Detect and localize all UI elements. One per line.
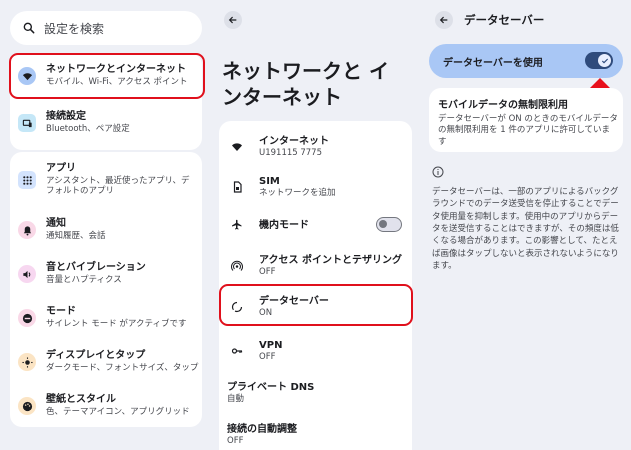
sidebar-item-label: アプリ xyxy=(46,163,76,175)
brightness-icon xyxy=(18,353,36,371)
volume-icon xyxy=(18,265,36,283)
item-subtitle: ネットワークを追加 xyxy=(259,187,336,198)
airplane-icon xyxy=(229,217,245,233)
vpn-key-icon xyxy=(229,343,245,359)
sidebar-item-sublabel: 色、テーマアイコン、アプリグリッド xyxy=(46,406,190,417)
unrestricted-data-title: モバイルデータの無制限利用 xyxy=(438,100,568,111)
page-title: データセーバー xyxy=(464,13,545,27)
sidebar-item-label: 壁紙とスタイル xyxy=(46,394,116,406)
sidebar-item-sublabel: ダークモード、フォントサイズ、タップ xyxy=(46,362,199,373)
hotspot-icon xyxy=(229,258,245,274)
sidebar-item-sound[interactable]: 音とバイブレーション 音量とハプティクス xyxy=(10,252,202,296)
search-placeholder: 設定を検索 xyxy=(44,21,105,36)
sidebar-item-label: 音とバイブレーション xyxy=(46,262,146,274)
bell-icon xyxy=(18,221,36,239)
item-title: プライベート DNS xyxy=(227,381,315,393)
use-data-saver-label: データセーバーを使用 xyxy=(443,57,543,69)
sidebar-item-display[interactable]: ディスプレイとタップ ダークモード、フォントサイズ、タップ xyxy=(10,340,202,384)
item-title: アクセス ポイントとテザリング xyxy=(259,254,402,266)
sidebar-item-label: モード xyxy=(46,306,76,318)
sidebar-item-sublabel: Bluetooth、ペア設定 xyxy=(46,123,130,134)
sidebar-item-sublabel: サイレント モード がアクティブです xyxy=(46,318,187,329)
item-subtitle: OFF xyxy=(227,435,244,446)
toggle-knob xyxy=(598,54,611,67)
back-button[interactable] xyxy=(224,11,242,29)
arrow-left-icon xyxy=(228,16,237,24)
sidebar-item-sublabel: 通知履歴、会話 xyxy=(46,230,106,241)
list-item-airplane-mode[interactable]: 機内モード xyxy=(219,207,412,243)
selection-highlight xyxy=(219,284,413,326)
toggle-knob xyxy=(379,220,387,228)
sim-icon xyxy=(229,179,245,195)
sidebar-item-connected-devices[interactable]: 接続設定 Bluetooth、ペア設定 xyxy=(10,99,202,147)
sidebar-item-label: ディスプレイとタップ xyxy=(46,350,146,362)
apps-grid-icon xyxy=(18,171,36,189)
item-title: 接続の自動調整 xyxy=(227,423,297,435)
item-title: インターネット xyxy=(259,135,329,147)
sidebar-item-apps[interactable]: アプリ アシスタント、最近使ったアプリ、デフォルトのアプリ xyxy=(10,152,202,208)
item-title: SIM xyxy=(259,175,280,187)
data-saver-toggle[interactable] xyxy=(585,52,613,69)
page-title: ネットワークと インターネット xyxy=(222,59,389,109)
item-subtitle: 自動 xyxy=(227,393,245,404)
selection-highlight xyxy=(9,53,205,99)
info-icon xyxy=(432,166,444,178)
sidebar-item-sublabel: アシスタント、最近使ったアプリ、デフォルトのアプリ xyxy=(46,175,190,197)
list-item-private-dns[interactable]: プライベート DNS 自動 xyxy=(219,373,412,413)
item-subtitle: OFF xyxy=(259,266,276,277)
sidebar-item-label: 通知 xyxy=(46,218,66,230)
unrestricted-data-desc: データセーバーが ON のときのモバイルデータの無制限利用を 1 件のアプリに許… xyxy=(438,114,618,147)
back-button[interactable] xyxy=(435,11,453,29)
sidebar-item-wallpaper[interactable]: 壁紙とスタイル 色、テーマアイコン、アプリグリッド xyxy=(10,384,202,427)
data-saver-description: データセーバーは、一部のアプリによるバックグラウンドでのデータ送受信を停止するこ… xyxy=(432,187,619,271)
unrestricted-data-item[interactable]: モバイルデータの無制限利用 データセーバーが ON のときのモバイルデータの無制… xyxy=(429,88,623,152)
use-data-saver-row[interactable]: データセーバーを使用 xyxy=(429,44,623,78)
connected-devices-icon xyxy=(18,114,36,132)
sidebar-item-modes[interactable]: モード サイレント モード がアクティブです xyxy=(10,296,202,340)
sidebar-item-notifications[interactable]: 通知 通知履歴、会話 xyxy=(10,208,202,252)
list-item-sim[interactable]: SIM ネットワークを追加 xyxy=(219,167,412,207)
palette-icon xyxy=(18,397,36,415)
item-subtitle: OFF xyxy=(259,351,276,362)
check-icon xyxy=(601,58,608,63)
do-not-disturb-icon xyxy=(18,309,36,327)
wifi-icon xyxy=(229,139,245,155)
sidebar-item-label: 接続設定 xyxy=(46,111,86,123)
item-title: VPN xyxy=(259,339,283,351)
item-title: 機内モード xyxy=(259,219,309,231)
settings-window: 設定を検索 ネットワークとインターネット モバイル、Wi-Fi、アクセス ポイン… xyxy=(0,0,631,450)
search-icon xyxy=(23,22,35,34)
airplane-mode-toggle[interactable] xyxy=(376,217,402,232)
arrow-left-icon xyxy=(439,16,448,24)
list-item-internet[interactable]: インターネット U191115 7775 xyxy=(219,127,412,167)
item-subtitle: U191115 7775 xyxy=(259,147,323,158)
settings-group-device: アプリ アシスタント、最近使ったアプリ、デフォルトのアプリ 通知 通知履歴、会話… xyxy=(10,152,202,427)
sidebar-item-sublabel: 音量とハプティクス xyxy=(46,274,122,285)
search-bar[interactable]: 設定を検索 xyxy=(10,11,202,45)
list-item-hotspot[interactable]: アクセス ポイントとテザリング OFF xyxy=(219,245,412,287)
list-item-adaptive-connectivity[interactable]: 接続の自動調整 OFF xyxy=(219,415,412,450)
list-item-vpn[interactable]: VPN OFF xyxy=(219,331,412,371)
